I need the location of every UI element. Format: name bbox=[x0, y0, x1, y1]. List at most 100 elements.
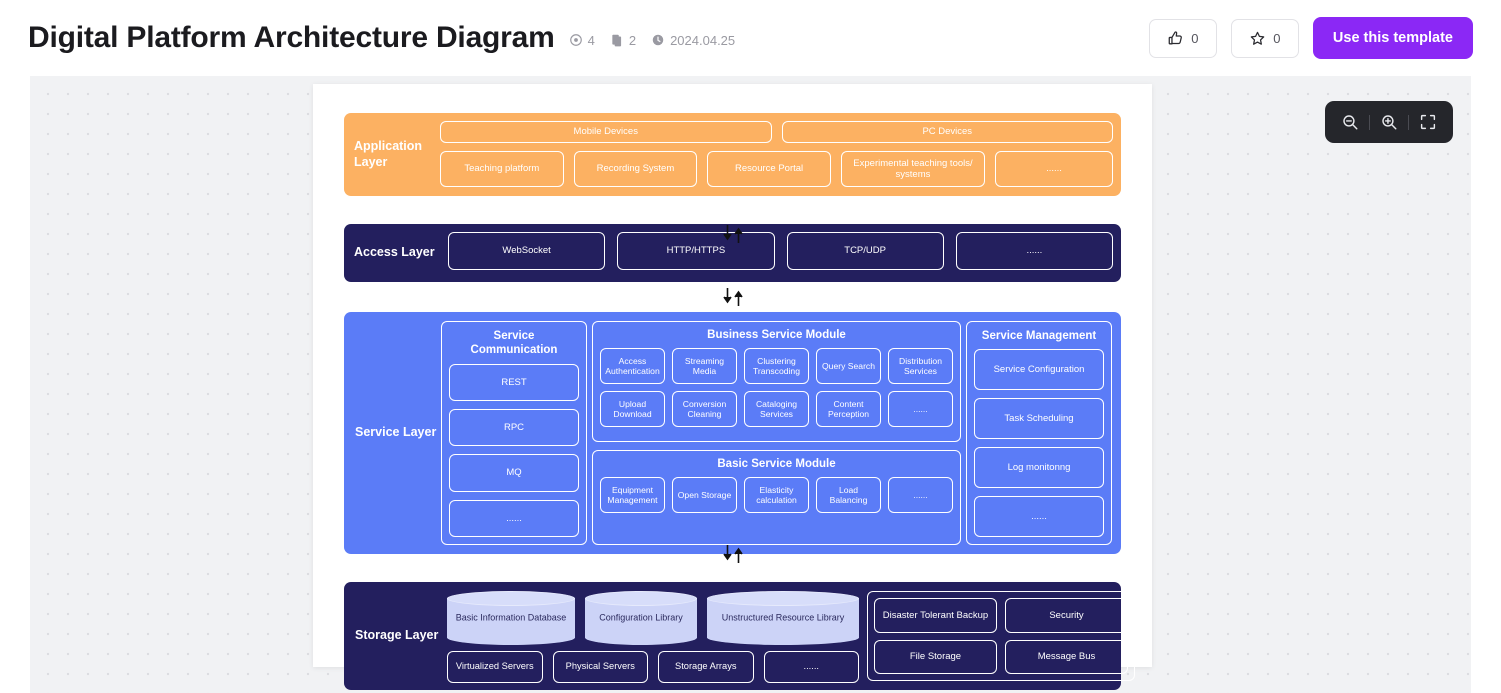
cylinder-top bbox=[447, 591, 575, 606]
mgmt-chip-log-monitoring[interactable]: Log monitonng bbox=[974, 447, 1104, 489]
comm-chip-rest[interactable]: REST bbox=[449, 363, 579, 402]
biz-chip-clustering-transcoding[interactable]: Clustering Transcoding bbox=[744, 348, 809, 385]
infra-chip-physical-servers[interactable]: Physical Servers bbox=[552, 651, 648, 683]
database-cylinder-unstructured[interactable]: Unstructured Resource Library bbox=[707, 591, 859, 645]
basic-chip-open-storage[interactable]: Open Storage bbox=[672, 477, 737, 514]
biz-chip-query-search[interactable]: Query Search bbox=[816, 348, 881, 385]
biz-chip-streaming-media[interactable]: Streaming Media bbox=[672, 348, 737, 385]
service-management-list: Service Configuration Task Scheduling Lo… bbox=[974, 349, 1104, 537]
favorite-button[interactable]: 0 bbox=[1230, 18, 1299, 58]
application-row: Teaching platform Recording System Resou… bbox=[440, 151, 1113, 187]
device-chip-pc[interactable]: PC Devices bbox=[781, 121, 1113, 143]
app-chip-resource-portal[interactable]: Resource Portal bbox=[707, 151, 831, 187]
infra-chip-more[interactable]: ...... bbox=[763, 651, 859, 683]
zoom-in-icon[interactable] bbox=[1370, 103, 1408, 141]
mgmt-chip-service-configuration[interactable]: Service Configuration bbox=[974, 349, 1104, 391]
protocol-chip-tcp-udp[interactable]: TCP/UDP bbox=[786, 232, 944, 270]
storage-chip-file-storage[interactable]: File Storage bbox=[874, 639, 997, 674]
basic-service-module-title: Basic Service Module bbox=[717, 457, 836, 470]
like-button[interactable]: 0 bbox=[1148, 18, 1217, 58]
service-layer-columns: Service Communication REST RPC MQ ......… bbox=[441, 321, 1112, 545]
service-communication-box: Service Communication REST RPC MQ ...... bbox=[441, 321, 587, 545]
favorite-count: 0 bbox=[1273, 30, 1281, 46]
biz-chip-content-perception[interactable]: Content Perception bbox=[816, 391, 881, 428]
fit-screen-icon[interactable] bbox=[1409, 103, 1447, 141]
views-meta: 4 bbox=[569, 33, 595, 48]
meta-row: 4 2 2024.04.25 bbox=[569, 32, 736, 48]
protocol-chip-http[interactable]: HTTP/HTTPS bbox=[617, 232, 775, 270]
date-text: 2024.04.25 bbox=[670, 32, 736, 48]
protocol-row: WebSocket HTTP/HTTPS TCP/UDP ...... bbox=[448, 232, 1113, 270]
views-count: 4 bbox=[587, 32, 595, 48]
storage-left-column: Basic Information Database Configuration… bbox=[447, 591, 859, 683]
clock-icon bbox=[651, 33, 665, 47]
database-cylinder-basic-info[interactable]: Basic Information Database bbox=[447, 591, 575, 645]
app-chip-more[interactable]: ...... bbox=[995, 151, 1113, 187]
database-row: Basic Information Database Configuration… bbox=[447, 591, 859, 645]
title-area: Digital Platform Architecture Diagram 4 bbox=[0, 21, 735, 55]
architecture-diagram: Application Layer Mobile Devices PC Devi… bbox=[344, 113, 1135, 690]
basic-chip-more[interactable]: ...... bbox=[888, 477, 953, 514]
application-layer-body: Mobile Devices PC Devices Teaching platf… bbox=[440, 121, 1113, 188]
biz-chip-more[interactable]: ...... bbox=[888, 391, 953, 428]
app-chip-teaching-platform[interactable]: Teaching platform bbox=[440, 151, 564, 187]
diagram-paper: Application Layer Mobile Devices PC Devi… bbox=[313, 84, 1152, 690]
business-service-module: Business Service Module Access Authentic… bbox=[592, 321, 961, 442]
use-template-button[interactable]: Use this template bbox=[1312, 17, 1473, 59]
storage-layer: Storage Layer Basic Information Database bbox=[344, 582, 1135, 690]
mgmt-chip-task-scheduling[interactable]: Task Scheduling bbox=[974, 398, 1104, 440]
infrastructure-row: Virtualized Servers Physical Servers Sto… bbox=[447, 651, 859, 683]
biz-chip-conversion-cleaning[interactable]: Conversion Cleaning bbox=[672, 391, 737, 428]
access-layer-body: WebSocket HTTP/HTTPS TCP/UDP ...... bbox=[448, 232, 1113, 274]
biz-chip-cataloging-services[interactable]: Cataloging Services bbox=[744, 391, 809, 428]
zoom-out-icon[interactable] bbox=[1331, 103, 1369, 141]
protocol-chip-more[interactable]: ...... bbox=[955, 232, 1113, 270]
business-module-row-1: Access Authentication Streaming Media Cl… bbox=[600, 348, 953, 385]
storage-chip-security[interactable]: Security bbox=[1005, 598, 1128, 633]
device-row: Mobile Devices PC Devices bbox=[440, 121, 1113, 143]
access-layer-label: Access Layer bbox=[354, 245, 435, 260]
basic-chip-elasticity-calculation[interactable]: Elasticity calculation bbox=[744, 477, 809, 514]
thumbs-up-icon bbox=[1167, 30, 1184, 47]
service-layer-label: Service Layer bbox=[355, 425, 437, 440]
app-chip-recording-system[interactable]: Recording System bbox=[573, 151, 698, 187]
copies-icon bbox=[610, 33, 624, 47]
storage-chip-message-bus[interactable]: Message Bus bbox=[1005, 639, 1128, 674]
infra-chip-storage-arrays[interactable]: Storage Arrays bbox=[658, 651, 754, 683]
biz-chip-access-authentication[interactable]: Access Authentication bbox=[600, 348, 665, 385]
infra-chip-virtualized-servers[interactable]: Virtualized Servers bbox=[447, 651, 543, 683]
database-label: Basic Information Database bbox=[455, 612, 567, 623]
page-title: Digital Platform Architecture Diagram bbox=[28, 21, 555, 54]
connector-service-to-storage bbox=[722, 545, 743, 563]
storage-services-row-2: File Storage Message Bus bbox=[874, 639, 1128, 674]
connector-access-to-service bbox=[722, 288, 743, 306]
basic-chip-equipment-management[interactable]: Equipment Management bbox=[600, 477, 665, 514]
database-cylinder-configuration[interactable]: Configuration Library bbox=[585, 591, 697, 645]
diagram-canvas[interactable]: Application Layer Mobile Devices PC Devi… bbox=[30, 76, 1471, 693]
biz-chip-distribution-services[interactable]: Distribution Services bbox=[888, 348, 953, 385]
copies-count: 2 bbox=[628, 32, 637, 48]
connector-app-to-access bbox=[722, 225, 743, 243]
service-management-box: Service Management Service Configuration… bbox=[966, 321, 1112, 545]
basic-chip-load-balancing[interactable]: Load Balancing bbox=[816, 477, 881, 514]
protocol-chip-websocket[interactable]: WebSocket bbox=[448, 232, 606, 270]
application-layer-label: Application Layer bbox=[354, 138, 423, 169]
service-layer: Service Layer Service Communication REST… bbox=[344, 312, 1121, 554]
storage-chip-disaster-tolerant-backup[interactable]: Disaster Tolerant Backup bbox=[874, 598, 997, 633]
comm-chip-rpc[interactable]: RPC bbox=[449, 409, 579, 447]
comm-chip-mq[interactable]: MQ bbox=[449, 454, 579, 492]
cylinder-top bbox=[707, 591, 859, 606]
device-chip-mobile[interactable]: Mobile Devices bbox=[440, 121, 772, 143]
mgmt-chip-more[interactable]: ...... bbox=[974, 496, 1104, 537]
cylinder-top bbox=[585, 591, 697, 606]
biz-chip-upload-download[interactable]: Upload Download bbox=[600, 391, 665, 428]
eye-icon bbox=[569, 33, 583, 47]
copies-meta: 2 bbox=[610, 33, 636, 48]
app-chip-experimental-tools[interactable]: Experimental teaching tools/ systems bbox=[840, 151, 986, 187]
database-label: Configuration Library bbox=[599, 612, 683, 623]
comm-chip-more[interactable]: ...... bbox=[449, 499, 579, 537]
service-management-title: Service Management bbox=[981, 330, 1097, 342]
basic-module-row: Equipment Management Open Storage Elasti… bbox=[600, 477, 953, 514]
business-module-row-2: Upload Download Conversion Cleaning Cata… bbox=[600, 391, 953, 428]
application-layer: Application Layer Mobile Devices PC Devi… bbox=[344, 113, 1121, 196]
